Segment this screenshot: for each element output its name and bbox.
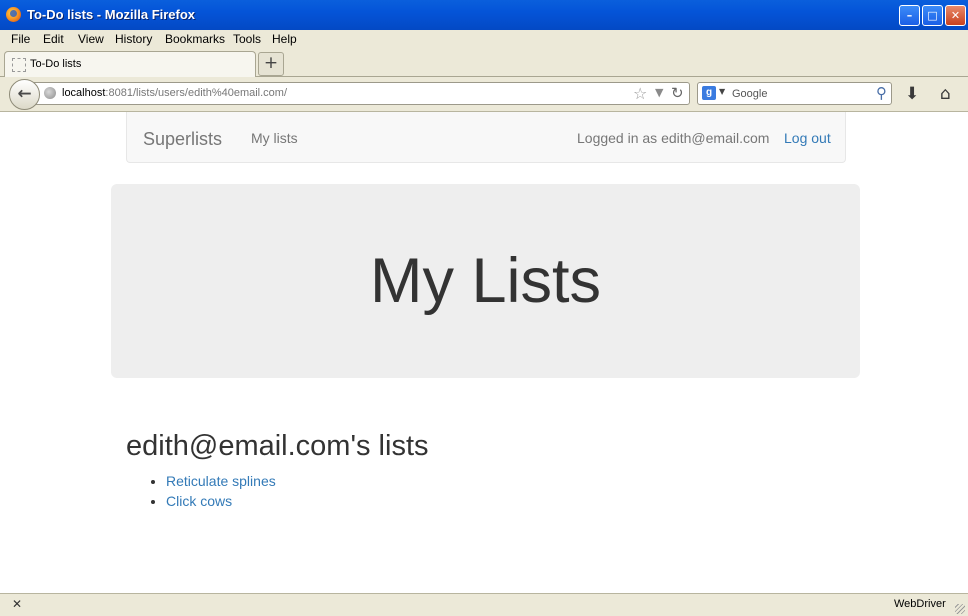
close-window-button[interactable]: ✕ [945, 5, 966, 26]
page-title: My Lists [369, 246, 602, 316]
close-addon-bar-icon[interactable]: ✕ [12, 597, 22, 611]
home-icon[interactable]: ⌂ [940, 84, 951, 104]
menu-help[interactable]: Help [272, 32, 297, 46]
firefox-logo-icon [6, 7, 21, 22]
menu-bookmarks[interactable]: Bookmarks [165, 32, 225, 46]
lists-list: Reticulate splines Click cows [126, 471, 276, 511]
maximize-button[interactable]: □ [922, 5, 943, 26]
tab-strip: To-Do lists + [0, 49, 968, 77]
list-link[interactable]: Click cows [166, 493, 232, 509]
resize-grip-icon[interactable] [955, 604, 965, 614]
url-text[interactable]: localhost:8081/lists/users/edith%40email… [62, 87, 287, 99]
brand-link[interactable]: Superlists [143, 129, 222, 150]
navigation-toolbar: localhost:8081/lists/users/edith%40email… [0, 77, 968, 112]
menu-edit[interactable]: Edit [43, 32, 64, 46]
tab-todo-lists[interactable]: To-Do lists [4, 51, 256, 77]
url-path: :8081/lists/users/edith%40email.com/ [105, 87, 288, 99]
search-bar[interactable]: g ▼ Google ⚲ [697, 82, 892, 105]
history-dropdown-icon[interactable]: ▼ [655, 86, 663, 99]
logged-in-text: Logged in as edith@email.com [577, 130, 770, 146]
menu-history[interactable]: History [115, 32, 152, 46]
window-title: To-Do lists - Mozilla Firefox [27, 7, 196, 22]
menu-tools[interactable]: Tools [233, 32, 261, 46]
search-icon[interactable]: ⚲ [876, 84, 887, 102]
tab-label: To-Do lists [30, 58, 82, 70]
bookmark-star-icon[interactable]: ☆ [633, 84, 647, 103]
lists-heading: edith@email.com's lists [126, 430, 429, 462]
reload-icon[interactable]: ↻ [671, 84, 684, 102]
download-icon[interactable]: ⬇ [905, 84, 919, 104]
site-identity-globe-icon[interactable] [44, 87, 56, 99]
blank-page-icon [12, 58, 26, 72]
jumbotron: My Lists [111, 184, 860, 378]
page-content: Superlists My lists Logged in as edith@e… [0, 112, 968, 593]
list-link[interactable]: Reticulate splines [166, 473, 276, 489]
menu-bar: File Edit View History Bookmarks Tools H… [0, 30, 968, 49]
search-input[interactable]: Google [732, 88, 767, 100]
google-search-engine-icon[interactable]: g [702, 86, 716, 100]
list-item: Click cows [166, 491, 276, 511]
url-host: localhost [62, 87, 106, 99]
webdriver-indicator: WebDriver [894, 598, 946, 610]
status-bar: ✕ WebDriver [0, 593, 968, 616]
logout-link[interactable]: Log out [784, 130, 831, 146]
menu-view[interactable]: View [78, 32, 104, 46]
menu-file[interactable]: File [11, 32, 30, 46]
new-tab-button[interactable]: + [258, 52, 284, 76]
list-item: Reticulate splines [166, 471, 276, 491]
back-button[interactable]: ← [9, 79, 40, 110]
site-navbar: Superlists My lists Logged in as edith@e… [126, 112, 846, 163]
url-bar[interactable]: localhost:8081/lists/users/edith%40email… [34, 82, 690, 105]
window-titlebar: To-Do lists - Mozilla Firefox – □ ✕ [0, 0, 968, 31]
my-lists-link[interactable]: My lists [251, 130, 298, 146]
minimize-button[interactable]: – [899, 5, 920, 26]
search-engine-dropdown-icon[interactable]: ▼ [719, 87, 725, 96]
